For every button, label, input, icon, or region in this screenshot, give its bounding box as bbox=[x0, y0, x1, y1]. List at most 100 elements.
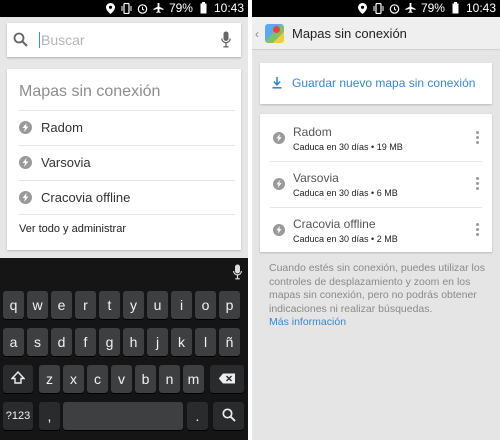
overflow-menu-icon[interactable] bbox=[476, 177, 480, 190]
mic-icon[interactable] bbox=[221, 31, 231, 53]
status-bar: 79% 10:43 bbox=[0, 0, 248, 17]
key-c[interactable]: c bbox=[87, 365, 108, 393]
suggestion-label: Radom bbox=[41, 120, 83, 135]
key-w[interactable]: w bbox=[27, 291, 48, 319]
map-name: Varsovia bbox=[293, 171, 339, 185]
map-pin-icon bbox=[273, 26, 280, 33]
key-x[interactable]: x bbox=[63, 365, 84, 393]
suggestion-label: Varsovia bbox=[41, 155, 91, 170]
period-key[interactable]: . bbox=[187, 402, 208, 430]
search-key[interactable] bbox=[213, 402, 244, 430]
space-key[interactable] bbox=[63, 402, 183, 430]
more-info-link[interactable]: Más información bbox=[269, 316, 491, 330]
shift-key[interactable] bbox=[3, 365, 33, 393]
bolt-icon bbox=[273, 178, 285, 190]
offline-maps-title: Mapas sin conexión bbox=[19, 83, 161, 100]
key-d[interactable]: d bbox=[51, 328, 72, 356]
vibrate-icon bbox=[121, 2, 132, 14]
location-icon bbox=[105, 2, 116, 14]
backspace-key[interactable] bbox=[210, 365, 244, 393]
key-z[interactable]: z bbox=[39, 365, 60, 393]
alarm-icon bbox=[137, 2, 148, 14]
key-j[interactable]: j bbox=[147, 328, 168, 356]
comma-key[interactable]: , bbox=[39, 402, 60, 430]
map-meta: Caduca en 30 días • 6 MB bbox=[293, 188, 398, 198]
key-f[interactable]: f bbox=[75, 328, 96, 356]
bolt-icon bbox=[19, 121, 32, 134]
status-bar: 79% 10:43 bbox=[252, 0, 500, 17]
key-v[interactable]: v bbox=[111, 365, 132, 393]
page-title: Mapas sin conexión bbox=[292, 26, 407, 41]
search-input[interactable]: Buscar bbox=[41, 32, 85, 48]
airplane-icon bbox=[405, 2, 416, 14]
search-icon bbox=[221, 407, 236, 425]
location-icon bbox=[357, 2, 368, 14]
clock: 10:43 bbox=[465, 1, 496, 15]
text-cursor bbox=[39, 32, 40, 48]
key-g[interactable]: g bbox=[99, 328, 120, 356]
clock: 10:43 bbox=[213, 1, 244, 15]
suggestion-item-varsovia[interactable]: Varsovia bbox=[19, 145, 235, 179]
airplane-icon bbox=[153, 2, 164, 14]
bolt-icon bbox=[19, 191, 32, 204]
mic-icon[interactable] bbox=[233, 264, 242, 285]
key-s[interactable]: s bbox=[27, 328, 48, 356]
right-screen: 79% 10:43 ‹ Mapas sin conexión Guardar n… bbox=[252, 0, 500, 440]
key-t[interactable]: t bbox=[99, 291, 120, 319]
search-box[interactable]: Buscar bbox=[7, 23, 241, 57]
save-new-offline-map-label: Guardar nuevo mapa sin conexión bbox=[292, 76, 476, 90]
key-n[interactable]: n bbox=[159, 365, 180, 393]
battery-percent: 79% bbox=[420, 1, 445, 15]
map-meta: Caduca en 30 días • 19 MB bbox=[293, 142, 403, 152]
key-o[interactable]: o bbox=[195, 291, 216, 319]
offline-info: Cuando estés sin conexión, puedes utiliz… bbox=[269, 262, 491, 330]
download-icon bbox=[272, 76, 282, 94]
offline-map-radom[interactable]: Radom Caduca en 30 días • 19 MB bbox=[260, 116, 492, 161]
overflow-menu-icon[interactable] bbox=[476, 223, 480, 236]
suggestion-item-cracovia[interactable]: Cracovia offline bbox=[19, 180, 235, 214]
map-name: Cracovia offline bbox=[293, 217, 376, 231]
offline-maps-list: Radom Caduca en 30 días • 19 MB Varsovia… bbox=[260, 114, 492, 252]
bolt-icon bbox=[19, 156, 32, 169]
map-name: Radom bbox=[293, 125, 332, 139]
overflow-menu-icon[interactable] bbox=[476, 131, 480, 144]
key-q[interactable]: q bbox=[3, 291, 24, 319]
key-p[interactable]: p bbox=[219, 291, 240, 319]
key-k[interactable]: k bbox=[171, 328, 192, 356]
key-r[interactable]: r bbox=[75, 291, 96, 319]
key-l[interactable]: l bbox=[195, 328, 216, 356]
suggestion-label: Cracovia offline bbox=[41, 190, 131, 205]
key-b[interactable]: b bbox=[135, 365, 156, 393]
key-i[interactable]: i bbox=[171, 291, 192, 319]
bolt-icon bbox=[273, 132, 285, 144]
bolt-icon bbox=[273, 224, 285, 236]
back-chevron-icon[interactable]: ‹ bbox=[255, 27, 259, 41]
alarm-icon bbox=[389, 2, 400, 14]
keyboard: q w e r t y u i o p a s d f g h j k l ñ … bbox=[0, 258, 248, 440]
offline-maps-suggestions: Mapas sin conexión Radom Varsovia Cracov… bbox=[7, 69, 241, 250]
key-n-tilde[interactable]: ñ bbox=[219, 328, 240, 356]
maps-app-icon[interactable] bbox=[265, 24, 284, 43]
action-bar: ‹ Mapas sin conexión bbox=[252, 17, 500, 50]
offline-info-text: Cuando estés sin conexión, puedes utiliz… bbox=[269, 262, 485, 315]
offline-map-cracovia[interactable]: Cracovia offline Caduca en 30 días • 2 M… bbox=[260, 208, 492, 253]
left-screen: 79% 10:43 Buscar Mapas sin conexión Rado… bbox=[0, 0, 248, 440]
offline-map-varsovia[interactable]: Varsovia Caduca en 30 días • 6 MB bbox=[260, 162, 492, 207]
key-m[interactable]: m bbox=[183, 365, 204, 393]
key-a[interactable]: a bbox=[3, 328, 24, 356]
key-e[interactable]: e bbox=[51, 291, 72, 319]
map-meta: Caduca en 30 días • 2 MB bbox=[293, 234, 398, 244]
shift-icon bbox=[10, 370, 26, 387]
key-y[interactable]: y bbox=[123, 291, 144, 319]
divider bbox=[19, 214, 235, 215]
symbols-key[interactable]: ?123 bbox=[3, 402, 33, 430]
save-new-offline-map-button[interactable]: Guardar nuevo mapa sin conexión bbox=[260, 63, 492, 104]
manage-link[interactable]: Ver todo y administrar bbox=[19, 223, 126, 235]
key-h[interactable]: h bbox=[123, 328, 144, 356]
key-u[interactable]: u bbox=[147, 291, 168, 319]
search-icon bbox=[13, 32, 28, 52]
battery-icon bbox=[198, 2, 209, 14]
suggestion-item-radom[interactable]: Radom bbox=[19, 110, 235, 144]
battery-icon bbox=[450, 2, 461, 14]
vibrate-icon bbox=[373, 2, 384, 14]
